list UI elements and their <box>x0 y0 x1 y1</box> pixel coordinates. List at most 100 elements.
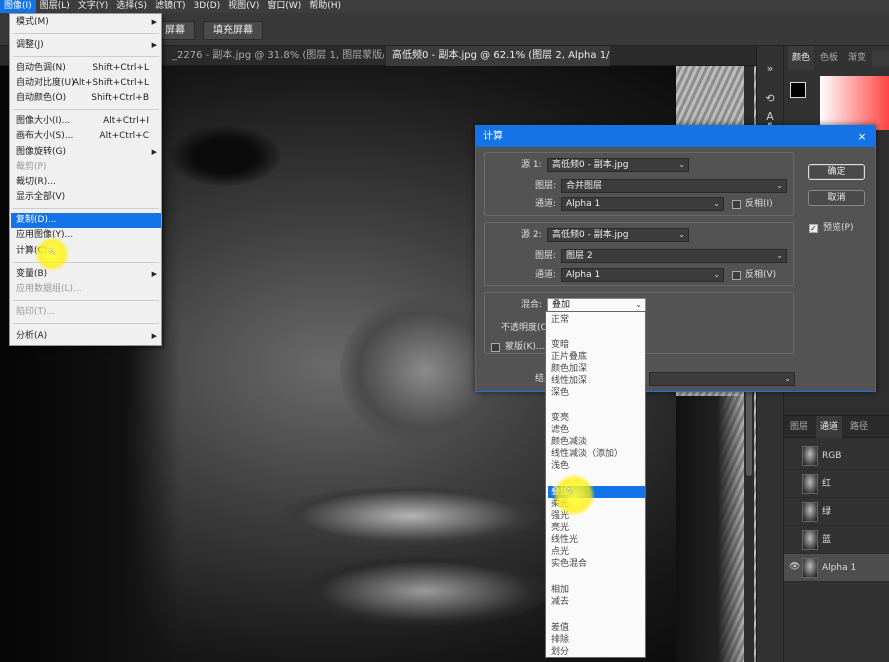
blend-option[interactable]: 减去 <box>548 596 645 608</box>
visibility-toggle[interactable] <box>789 450 799 460</box>
channel-row-blue[interactable]: 蓝 <box>784 526 889 554</box>
select-value: 图层 2 <box>566 251 593 261</box>
preview-label: 预览(P) <box>823 223 854 233</box>
tab-document-2[interactable]: 高低频0 - 副本.jpg @ 62.1% (图层 2, Alpha 1/8) … <box>386 46 610 66</box>
menu-item-image-size[interactable]: 图像大小(I)... Alt+Ctrl+I <box>11 114 161 129</box>
blend-option[interactable]: 变亮 <box>548 412 645 424</box>
menu-item-auto-tone[interactable]: 自动色调(N) Shift+Ctrl+L <box>11 61 161 76</box>
menu-item-auto-contrast[interactable]: 自动对比度(U) Alt+Shift+Ctrl+L <box>11 76 161 91</box>
blend-option[interactable]: 正片叠底 <box>548 351 645 363</box>
menu-filter[interactable]: 滤镜(T) <box>151 0 190 13</box>
panel-tabbar: 图层 通道 路径 <box>784 416 889 438</box>
source1-layer-label: 图层: <box>535 181 557 191</box>
menu-item-label: 分析(A) <box>16 331 48 341</box>
blend-option[interactable]: 深色 <box>548 387 645 399</box>
source2-invert-checkbox[interactable] <box>732 271 741 280</box>
channel-thumbnail <box>802 502 818 522</box>
menu-item-analysis[interactable]: 分析(A) ▶ <box>11 329 161 344</box>
blend-option[interactable]: 正常 <box>548 314 645 326</box>
blend-option[interactable]: 线性加深 <box>548 375 645 387</box>
tab-label: _2276 - 副本.jpg @ 31.8% (图层 1, 图层蒙版/8) * <box>172 50 384 61</box>
menu-item-variables[interactable]: 变量(B) ▶ <box>11 267 161 282</box>
fill-screen-button[interactable]: 填充屏幕 <box>203 21 263 40</box>
menu-item-canvas-size[interactable]: 画布大小(S)... Alt+Ctrl+C <box>11 129 161 144</box>
menu-item-adjust[interactable]: 调整(J) ▶ <box>11 38 161 53</box>
menu-item-apply-data-set[interactable]: 应用数据组(L)... <box>11 282 161 297</box>
blend-option[interactable]: 变暗 <box>548 339 645 351</box>
menu-item-trim[interactable]: 裁切(R)... <box>11 175 161 190</box>
channel-row-red[interactable]: 红 <box>784 470 889 498</box>
blend-mode-select[interactable]: 叠加 ⌄ <box>547 298 646 312</box>
channel-row-green[interactable]: 绿 <box>784 498 889 526</box>
blend-option[interactable]: 线性减淡（添加） <box>548 448 645 460</box>
dialog-title: 计算 <box>476 126 875 147</box>
menu-layer[interactable]: 图层(L) <box>36 0 74 13</box>
menu-separator <box>13 109 159 110</box>
blend-option[interactable]: 实色混合 <box>548 558 645 570</box>
visibility-toggle[interactable] <box>789 478 799 488</box>
blend-option[interactable]: 划分 <box>548 646 645 658</box>
chevron-down-icon: ⌄ <box>713 199 720 208</box>
blend-option[interactable]: 滤色 <box>548 424 645 436</box>
blend-option[interactable]: 差值 <box>548 622 645 634</box>
visibility-toggle[interactable] <box>789 534 799 544</box>
cancel-button[interactable]: 取消 <box>808 190 865 206</box>
tab-color[interactable]: 颜色 <box>788 46 815 70</box>
channel-name: RGB <box>822 451 842 461</box>
menu-3d[interactable]: 3D(D) <box>190 0 225 13</box>
source2-channel-select[interactable]: Alpha 1 ⌄ <box>561 268 724 282</box>
source1-layer-select[interactable]: 合并图层 ⌄ <box>561 179 787 193</box>
blend-option[interactable]: 点光 <box>548 546 645 558</box>
panel-overflow[interactable] <box>872 50 889 66</box>
menu-select[interactable]: 选择(S) <box>112 0 151 13</box>
source1-file-select[interactable]: 高低频0 - 副本.jpg ⌄ <box>547 158 689 172</box>
menu-view[interactable]: 视图(V) <box>224 0 263 13</box>
menu-type[interactable]: 文字(Y) <box>74 0 113 13</box>
preview-checkbox[interactable]: ✓ <box>809 224 818 233</box>
menu-separator <box>13 208 159 209</box>
blend-option[interactable]: 颜色减淡 <box>548 436 645 448</box>
blend-option[interactable]: 排除 <box>548 634 645 646</box>
tab-document-1[interactable]: _2276 - 副本.jpg @ 31.8% (图层 1, 图层蒙版/8) * … <box>166 46 384 66</box>
menu-item-duplicate[interactable]: 复制(D)... <box>11 213 161 228</box>
menu-window[interactable]: 窗口(W) <box>263 0 305 13</box>
close-icon[interactable]: × <box>855 126 869 147</box>
tab-gradient[interactable]: 渐变 <box>844 46 870 70</box>
source1-channel-select[interactable]: Alpha 1 ⌄ <box>561 197 724 211</box>
chevron-down-icon: ⌄ <box>713 270 720 279</box>
blend-option[interactable]: 亮光 <box>548 522 645 534</box>
mask-checkbox[interactable] <box>491 343 500 352</box>
blend-option[interactable]: 浅色 <box>548 460 645 472</box>
blend-option[interactable]: 相加 <box>548 584 645 596</box>
menu-item-calculations[interactable]: 计算(C)... <box>11 244 161 259</box>
menu-item-mode[interactable]: 模式(M) ▶ <box>11 15 161 30</box>
result-select[interactable]: ⌄ <box>649 372 795 386</box>
source2-layer-select[interactable]: 图层 2 ⌄ <box>561 249 787 263</box>
ok-button[interactable]: 确定 <box>808 164 865 180</box>
tab-layers[interactable]: 图层 <box>786 416 812 438</box>
channel-row-alpha1[interactable]: 👁 Alpha 1 <box>784 554 889 582</box>
color-field[interactable] <box>820 76 889 130</box>
menu-image[interactable]: 图像(I) <box>0 0 36 13</box>
menu-help[interactable]: 帮助(H) <box>305 0 345 13</box>
blend-option[interactable]: 颜色加深 <box>548 363 645 375</box>
foreground-color-swatch[interactable] <box>790 82 806 98</box>
menu-item-image-rotation[interactable]: 图像旋转(G) ▶ <box>11 145 161 160</box>
tab-swatches[interactable]: 色板 <box>816 46 842 70</box>
menu-item-auto-color[interactable]: 自动颜色(O) Shift+Ctrl+B <box>11 91 161 106</box>
select-value: Alpha 1 <box>566 199 601 209</box>
tab-channels[interactable]: 通道 <box>816 416 843 438</box>
source1-invert-checkbox[interactable] <box>732 200 741 209</box>
channel-row-rgb[interactable]: RGB <box>784 442 889 470</box>
visibility-toggle[interactable] <box>789 506 799 516</box>
menu-item-reveal-all[interactable]: 显示全部(V) <box>11 190 161 205</box>
tab-paths[interactable]: 路径 <box>846 416 872 438</box>
eye-icon[interactable]: 👁 <box>789 562 800 572</box>
menu-item-trap[interactable]: 陷印(T)... <box>11 305 161 320</box>
history-icon[interactable]: ⟲ <box>761 90 779 108</box>
menu-item-apply-image[interactable]: 应用图像(Y)... <box>11 228 161 243</box>
menu-item-crop[interactable]: 裁剪(P) <box>11 160 161 175</box>
source2-file-select[interactable]: 高低频0 - 副本.jpg ⌄ <box>547 228 689 242</box>
blend-option[interactable]: 线性光 <box>548 534 645 546</box>
collapse-icon[interactable]: » <box>761 60 779 78</box>
